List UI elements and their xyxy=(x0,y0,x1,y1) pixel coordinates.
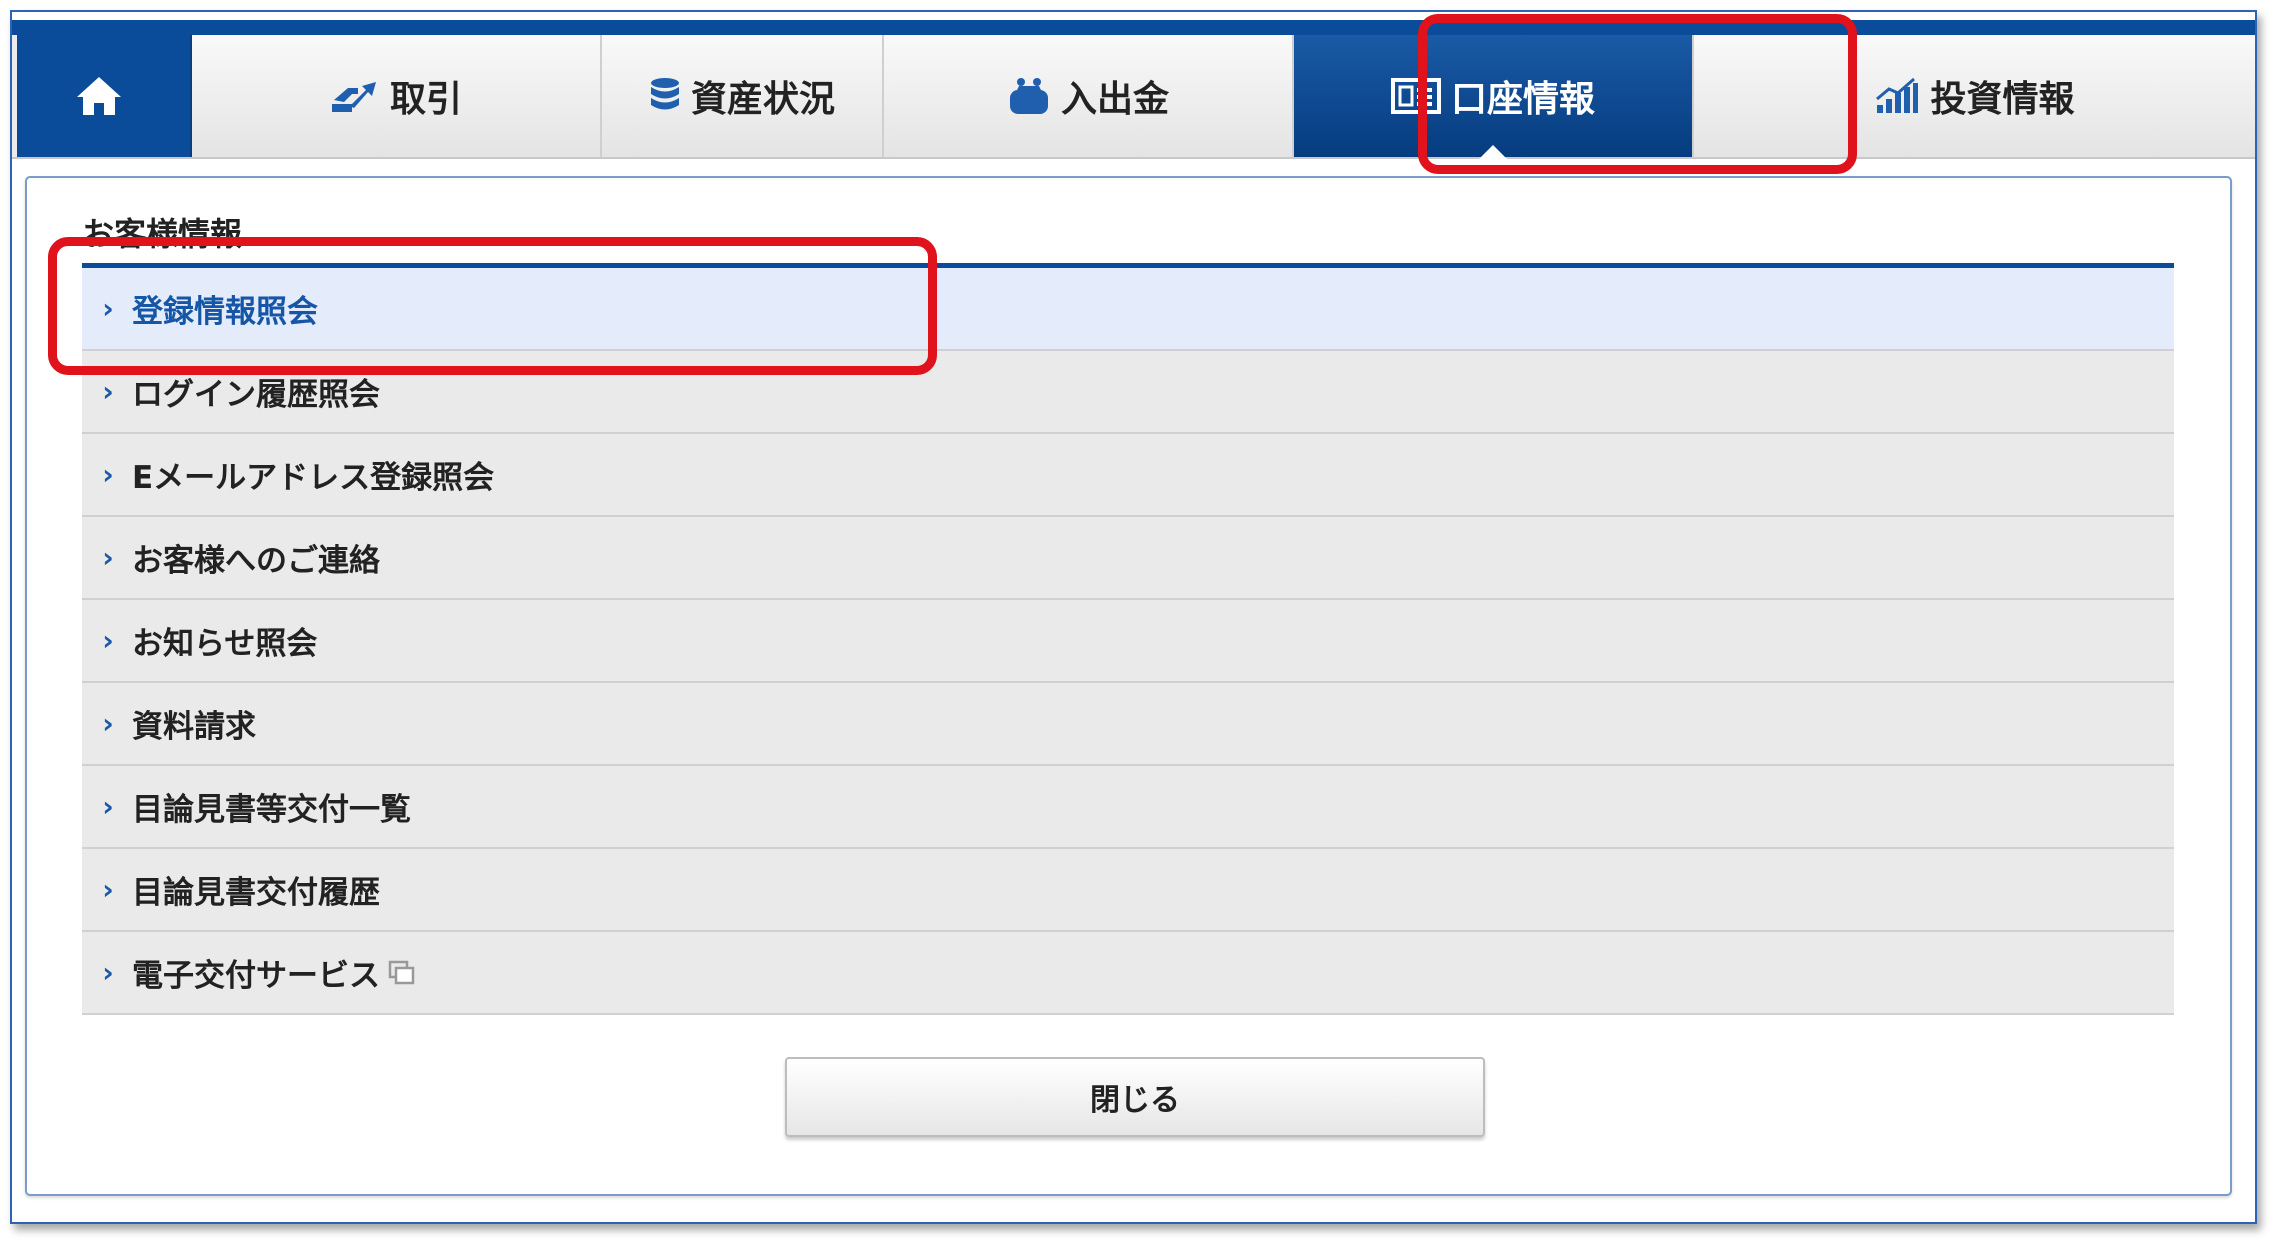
tab-account-info[interactable]: 口座情報 xyxy=(1294,35,1694,159)
menu-item-customer-notices[interactable]: › お客様へのご連絡 xyxy=(82,517,2174,600)
chevron-right-icon: › xyxy=(102,292,114,325)
chart-icon xyxy=(1874,77,1920,115)
menu-item-label: 登録情報照会 xyxy=(132,294,318,330)
home-tab[interactable] xyxy=(17,35,192,157)
tab-deposit-withdraw-label: 入出金 xyxy=(1060,79,1169,120)
trade-icon xyxy=(330,78,380,114)
id-card-icon xyxy=(1390,77,1441,115)
menu-item-label: お知らせ照会 xyxy=(132,626,318,662)
tab-account-info-label: 口座情報 xyxy=(1450,79,1595,120)
menu-item-prospectus-history[interactable]: › 目論見書交付履歴 xyxy=(82,849,2174,932)
chevron-right-icon: › xyxy=(102,707,114,740)
menu-item-announcements[interactable]: › お知らせ照会 xyxy=(82,600,2174,683)
menu-item-label: 目論見書等交付一覧 xyxy=(132,792,411,828)
wallet-icon xyxy=(1007,76,1051,116)
chevron-right-icon: › xyxy=(102,956,114,989)
menu-item-label: 電子交付サービス xyxy=(132,958,380,994)
tab-trade-label: 取引 xyxy=(389,79,462,120)
global-nav: 取引 資産状況 入出金 口座情報 投資情報 xyxy=(12,35,2255,159)
menu-item-electronic-delivery[interactable]: › 電子交付サービス xyxy=(82,932,2174,1015)
top-accent-bar xyxy=(12,20,2255,35)
chevron-right-icon: › xyxy=(102,624,114,657)
chevron-right-icon: › xyxy=(102,790,114,823)
external-window-icon xyxy=(388,960,416,986)
tab-investment-info[interactable]: 投資情報 xyxy=(1694,35,2255,157)
menu-item-registration-info[interactable]: › 登録情報照会 xyxy=(82,268,2174,351)
menu-item-prospectus-list[interactable]: › 目論見書等交付一覧 xyxy=(82,766,2174,849)
menu-item-email-registration[interactable]: › Eメールアドレス登録照会 xyxy=(82,434,2174,517)
menu-item-label: ログイン履歴照会 xyxy=(132,377,380,413)
menu-item-label: 目論見書交付履歴 xyxy=(132,875,380,911)
chevron-right-icon: › xyxy=(102,375,114,408)
chevron-right-icon: › xyxy=(102,873,114,906)
customer-info-menu: › 登録情報照会 › ログイン履歴照会 › Eメールアドレス登録照会 › お客様… xyxy=(82,263,2174,1015)
menu-item-document-request[interactable]: › 資料請求 xyxy=(82,683,2174,766)
menu-item-label: お客様へのご連絡 xyxy=(132,543,380,579)
menu-item-label: Eメールアドレス登録照会 xyxy=(132,460,495,496)
chevron-right-icon: › xyxy=(102,458,114,491)
tab-trade[interactable]: 取引 xyxy=(192,35,602,157)
menu-item-label: 資料請求 xyxy=(132,709,256,745)
tab-assets-label: 資産状況 xyxy=(690,79,835,120)
tab-investment-info-label: 投資情報 xyxy=(1930,79,2075,120)
close-button[interactable]: 閉じる xyxy=(785,1057,1485,1137)
menu-item-login-history[interactable]: › ログイン履歴照会 xyxy=(82,351,2174,434)
section-title: お客様情報 xyxy=(82,215,243,253)
chevron-right-icon: › xyxy=(102,541,114,574)
database-icon xyxy=(649,76,681,116)
home-icon xyxy=(75,74,123,118)
tab-deposit-withdraw[interactable]: 入出金 xyxy=(884,35,1294,157)
tab-assets[interactable]: 資産状況 xyxy=(602,35,884,157)
